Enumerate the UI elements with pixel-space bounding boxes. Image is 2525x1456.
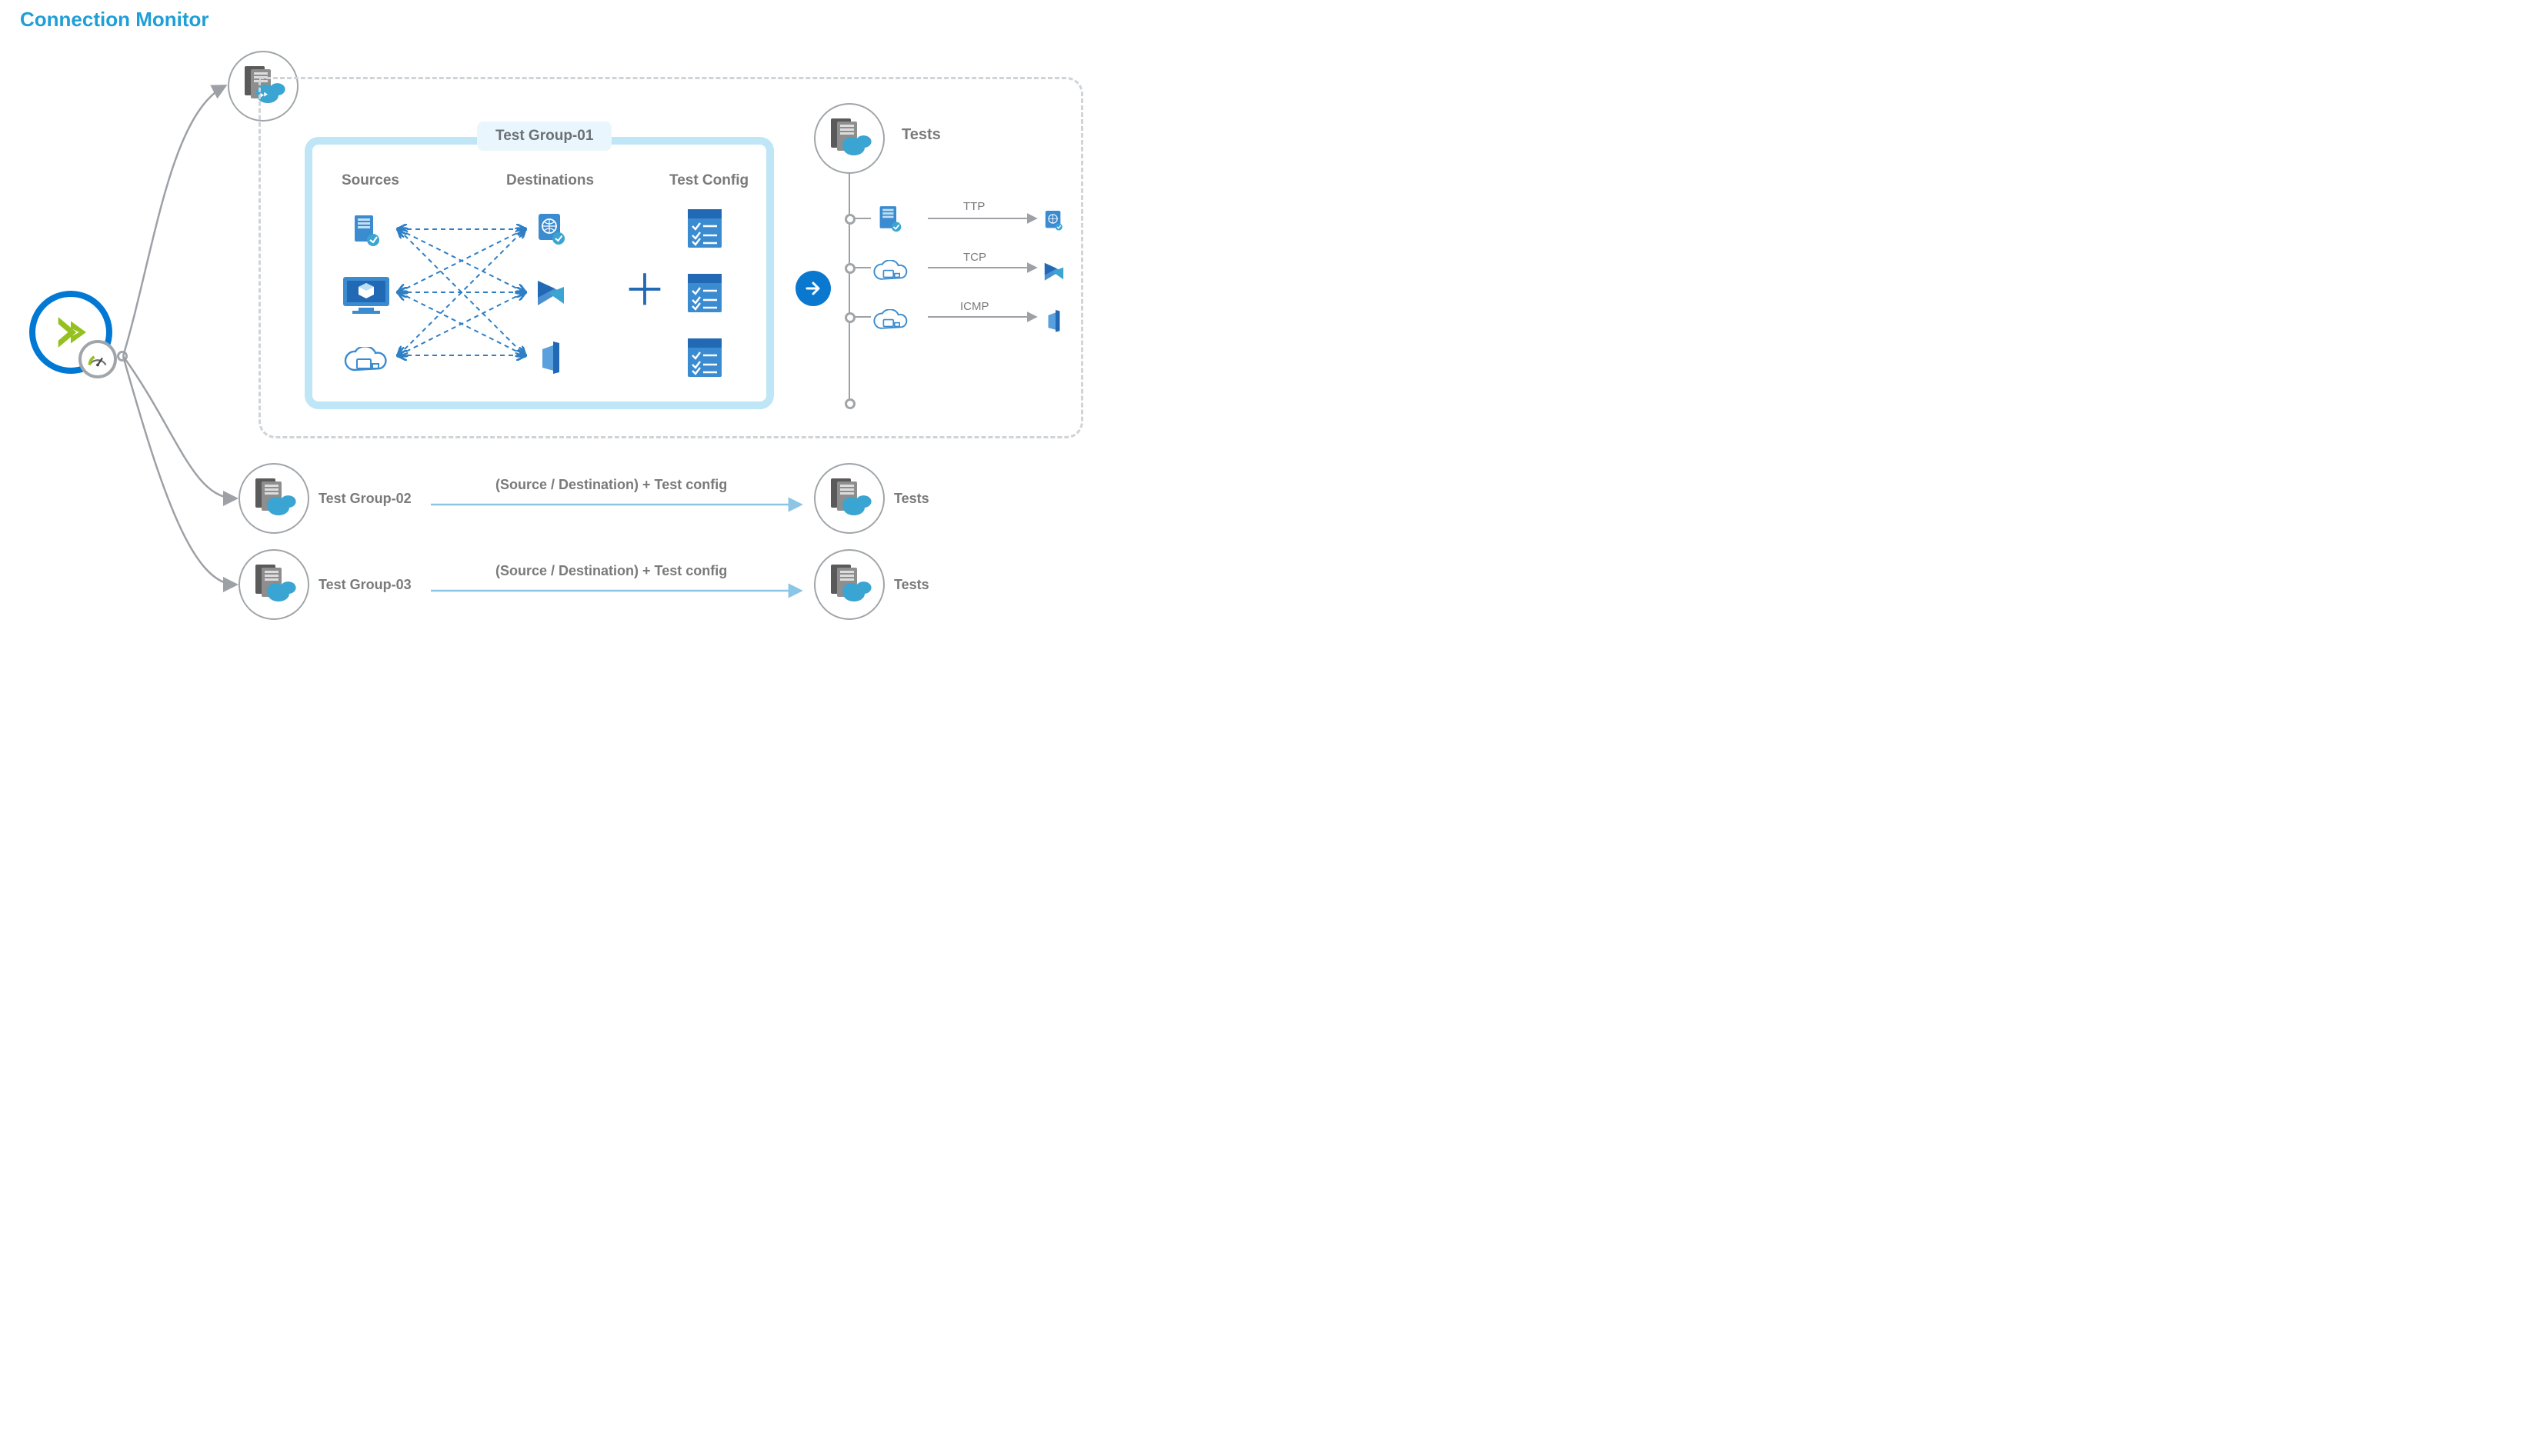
tests-label-1: Tests <box>902 126 941 144</box>
test-group-2-node <box>238 463 309 534</box>
branch-origin-dot <box>117 351 128 362</box>
tests-row-2-source-icon <box>872 255 909 289</box>
tests-row-3-dest-icon <box>1043 305 1065 338</box>
dest-office-icon <box>534 342 568 375</box>
protocol-1-label: TTP <box>963 200 985 213</box>
protocol-2-label: TCP <box>963 251 986 264</box>
test-group-3-node <box>238 549 309 620</box>
tests-row-3-source-icon <box>872 305 909 338</box>
diagram-title: Connection Monitor <box>20 8 209 32</box>
gauge-icon <box>78 340 117 378</box>
row-3-arrow <box>431 585 808 600</box>
source-server-icon <box>349 214 383 248</box>
tests-node-2 <box>814 463 885 534</box>
sources-header: Sources <box>342 172 399 189</box>
row-2-arrow <box>431 498 808 514</box>
tree-dot-3 <box>845 312 856 323</box>
destinations-header: Destinations <box>506 172 594 189</box>
tree-dot-4 <box>845 398 856 409</box>
test-config-header: Test Config <box>669 172 749 189</box>
tests-label-3: Tests <box>894 577 929 593</box>
test-group-3-label: Test Group-03 <box>319 577 412 593</box>
row-3-caption: (Source / Destination) + Test config <box>495 563 727 579</box>
diagram-canvas: Connection Monitor <box>0 0 1108 638</box>
tests-label-2: Tests <box>894 491 929 507</box>
tests-row-1-dest-icon <box>1042 205 1066 238</box>
tree-dot-1 <box>845 214 856 225</box>
tree-dot-2 <box>845 263 856 274</box>
protocol-3-label: ICMP <box>960 300 989 313</box>
dest-globe-icon <box>534 212 568 246</box>
source-cloud-icon <box>343 345 389 378</box>
tests-node-1 <box>814 103 885 174</box>
plus-icon: ＋ <box>623 269 666 312</box>
tests-row-2-dest-icon <box>1042 255 1066 289</box>
source-vm-icon <box>340 275 392 317</box>
tests-row-1-source-icon <box>874 203 906 237</box>
flow-arrow-icon <box>796 271 831 306</box>
test-group-2-label: Test Group-02 <box>319 491 412 507</box>
dest-dynamics-icon <box>534 277 568 311</box>
test-group-1-tab: Test Group-01 <box>477 122 612 151</box>
tests-node-3 <box>814 549 885 620</box>
test-config-icon-2 <box>686 274 723 314</box>
test-config-icon-1 <box>686 209 723 249</box>
row-2-caption: (Source / Destination) + Test config <box>495 477 727 493</box>
test-config-icon-3 <box>686 338 723 378</box>
